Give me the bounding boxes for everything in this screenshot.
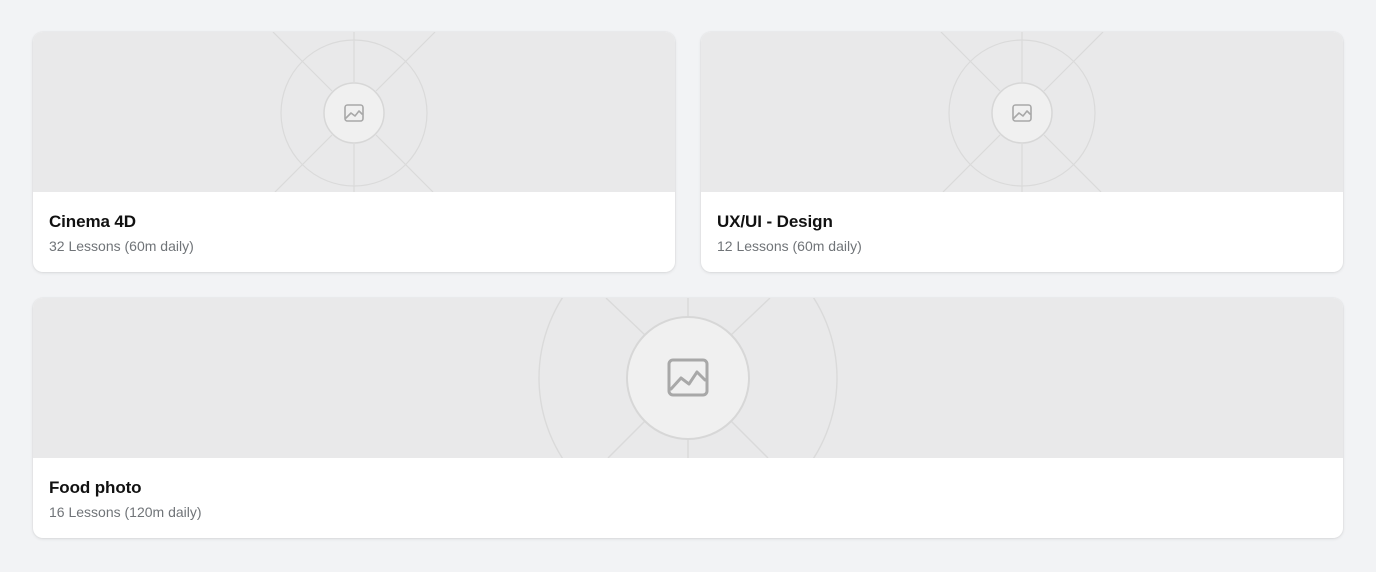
- course-thumbnail: [33, 298, 1343, 458]
- course-card-food-photo[interactable]: Food photo 16 Lessons (120m daily): [33, 298, 1343, 538]
- course-thumbnail: [701, 32, 1343, 192]
- image-placeholder-icon: [344, 104, 364, 122]
- course-thumbnail: [33, 32, 675, 192]
- course-lessons: 32 Lessons (60m daily): [49, 238, 194, 254]
- course-card-cinema-4d[interactable]: Cinema 4D 32 Lessons (60m daily): [33, 32, 675, 272]
- course-title: Cinema 4D: [49, 212, 136, 231]
- course-title: UX/UI - Design: [717, 212, 833, 231]
- course-lessons: 12 Lessons (60m daily): [717, 238, 862, 254]
- course-title: Food photo: [49, 478, 142, 497]
- image-placeholder-icon: [667, 358, 709, 397]
- course-lessons: 16 Lessons (120m daily): [49, 504, 202, 520]
- course-card-ux-ui-design[interactable]: UX/UI - Design 12 Lessons (60m daily): [701, 32, 1343, 272]
- image-placeholder-icon: [1012, 104, 1032, 122]
